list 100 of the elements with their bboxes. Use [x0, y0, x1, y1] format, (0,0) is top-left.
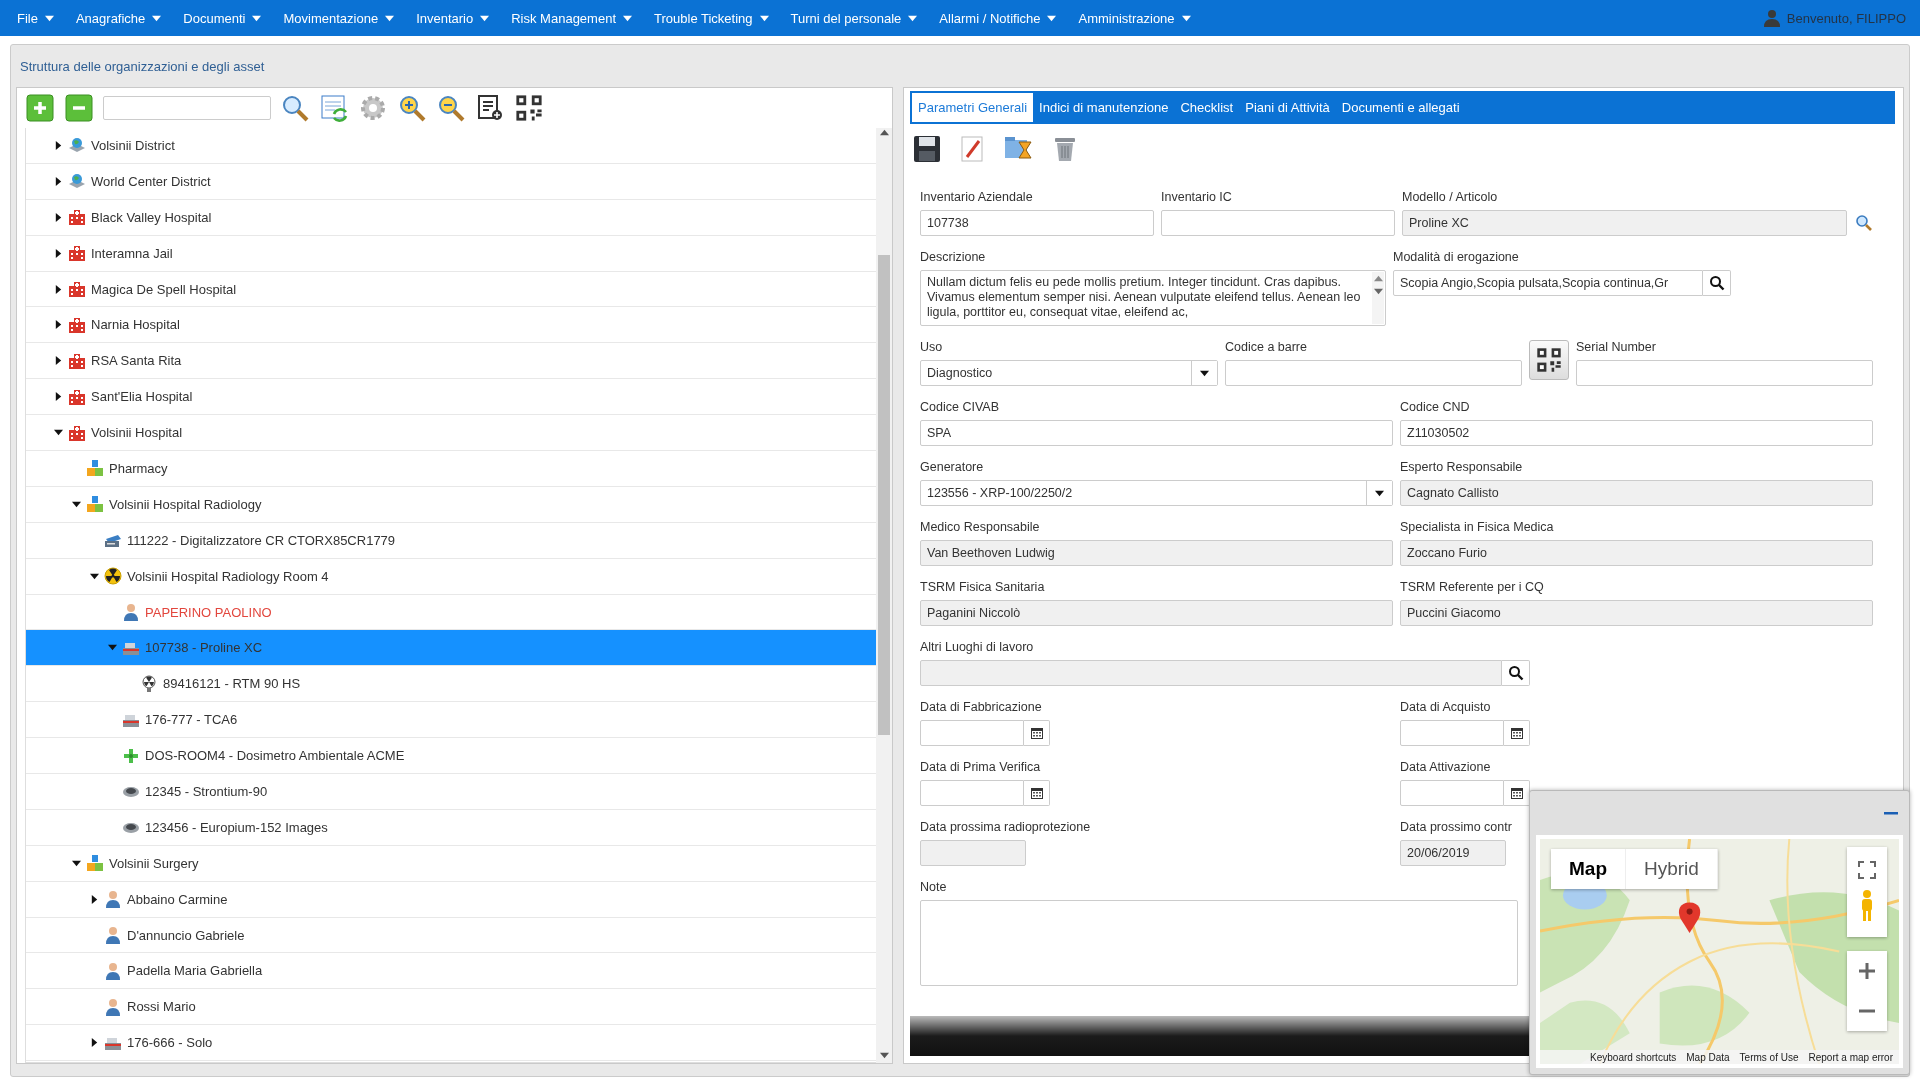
- zoom-out-button[interactable]: [436, 93, 466, 123]
- map-type-button[interactable]: Map: [1551, 849, 1626, 889]
- tree-item-label: PAPERINO PAOLINO: [145, 604, 272, 620]
- caret-down-icon[interactable]: [107, 643, 117, 653]
- map-type-button[interactable]: Hybrid: [1626, 849, 1718, 889]
- field-label: Modalità di erogazione: [1393, 250, 1519, 266]
- caret-right-icon[interactable]: [53, 320, 63, 330]
- tab[interactable]: Indici di manutenzione: [1033, 93, 1175, 122]
- date-field[interactable]: [920, 720, 1024, 746]
- menu-item[interactable]: Trouble Ticketing: [643, 0, 780, 36]
- map-footer-link[interactable]: Terms of Use: [1739, 1051, 1799, 1063]
- menu-item[interactable]: Allarmi / Notifiche: [928, 0, 1068, 36]
- map-footer-link[interactable]: Map Data: [1686, 1051, 1730, 1063]
- tab[interactable]: Documenti e allegati: [1335, 93, 1466, 122]
- zoom-in-icon: [398, 94, 426, 122]
- hospital-icon: [68, 244, 86, 263]
- qr-code-button[interactable]: [1529, 340, 1569, 380]
- list-add-icon: [476, 94, 504, 122]
- fullscreen-button[interactable]: [1847, 847, 1887, 937]
- refresh-button[interactable]: [319, 93, 349, 123]
- menu-item[interactable]: Documenti: [172, 0, 273, 36]
- tree-item-label: DOS-ROOM4 - Dosimetro Ambientale ACME: [145, 748, 405, 764]
- search-button[interactable]: [1703, 270, 1731, 296]
- caret-right-icon[interactable]: [53, 176, 63, 186]
- caret-right-icon[interactable]: [53, 356, 63, 366]
- map-footer-link[interactable]: Keyboard shortcuts: [1590, 1051, 1677, 1063]
- text-field[interactable]: SPA: [920, 420, 1393, 446]
- menu-item[interactable]: Risk Management: [500, 0, 643, 36]
- tree-item-label: 111222 - Digitalizzatore CR CTORX85CR1779: [127, 532, 396, 548]
- date-field[interactable]: [920, 780, 1024, 806]
- caret-down-icon[interactable]: [71, 858, 81, 868]
- tab[interactable]: Checklist: [1174, 93, 1240, 122]
- calendar-icon: [1029, 726, 1044, 740]
- field-label: Data prossima radioprotezione: [920, 820, 1091, 836]
- tab[interactable]: Parametri Generali: [912, 93, 1034, 122]
- page-title: Struttura delle organizzazioni e degli asset: [20, 58, 265, 74]
- tree-item-label: RSA Santa Rita: [91, 353, 182, 369]
- welcome-text: Benvenuto, FILIPPO: [1786, 10, 1906, 26]
- tree-item-label: Volsinii District: [91, 137, 175, 153]
- calendar-button[interactable]: [1024, 780, 1050, 806]
- description-field[interactable]: Nullam dictum felis eu pede mollis pretium. Integer tincidunt. Cras dapibus. Vivamus elementum semper nisi. Aenean vulputate eleifend tellus. Aenean leo ligula, porttitor eu, consequat vitae, eleifend ac,: [920, 270, 1386, 326]
- dropdown-field[interactable]: 123556 - XRP-100/2250/2: [920, 480, 1393, 506]
- zoom-in-button[interactable]: [397, 93, 427, 123]
- tree-item-label: 176-666 - Solo: [127, 1035, 213, 1051]
- caret-down-icon[interactable]: [53, 428, 63, 438]
- menu-item[interactable]: Anagrafiche: [64, 0, 173, 36]
- calendar-button[interactable]: [1504, 720, 1530, 746]
- note-field[interactable]: [920, 900, 1518, 986]
- text-field[interactable]: [1161, 210, 1395, 236]
- tree-row[interactable]: 107738 - Proline XC: [26, 630, 876, 667]
- caret-icon: [385, 13, 395, 23]
- caret-down-icon[interactable]: [89, 571, 99, 581]
- menu-item[interactable]: Turni del personale: [779, 0, 929, 36]
- calendar-button[interactable]: [1504, 780, 1530, 806]
- menu-item[interactable]: Movimentazione: [272, 0, 406, 36]
- caret-right-icon[interactable]: [53, 140, 63, 150]
- field-label: Note: [920, 880, 947, 896]
- hospital-icon: [68, 351, 86, 370]
- caret-right-icon[interactable]: [53, 284, 63, 294]
- search-button[interactable]: [1502, 660, 1530, 686]
- menu-item[interactable]: Amministrazione: [1067, 0, 1202, 36]
- caret-right-icon[interactable]: [53, 248, 63, 258]
- caret-right-icon[interactable]: [89, 1038, 99, 1048]
- caret-right-icon[interactable]: [53, 212, 63, 222]
- add-button[interactable]: [25, 93, 55, 123]
- scrollbar-thumb[interactable]: [878, 255, 890, 735]
- map-footer-link[interactable]: Report a map error: [1808, 1051, 1893, 1063]
- zoom-out-icon: [437, 94, 465, 122]
- settings-icon: [359, 94, 387, 122]
- caret-down-icon[interactable]: [71, 499, 81, 509]
- date-field[interactable]: [1400, 780, 1504, 806]
- user-icon: [1762, 9, 1781, 27]
- remove-button[interactable]: [64, 93, 94, 123]
- caret-right-icon[interactable]: [89, 894, 99, 904]
- tree-search-field[interactable]: [103, 96, 271, 120]
- menu-item[interactable]: File: [6, 0, 65, 36]
- zoom-in-button[interactable]: [1847, 951, 1887, 991]
- menu-item[interactable]: Inventario: [405, 0, 501, 36]
- search-icon[interactable]: [1855, 214, 1873, 232]
- field-label: Data di Acquisto: [1400, 700, 1491, 716]
- caret-icon: [252, 13, 262, 23]
- search-field[interactable]: Scopia Angio,Scopia pulsata,Scopia continua,Gr: [1393, 270, 1703, 296]
- list-add-button[interactable]: [475, 93, 505, 123]
- dropdown-field[interactable]: Diagnostico: [920, 360, 1218, 386]
- text-field[interactable]: [1576, 360, 1873, 386]
- text-field[interactable]: 107738: [920, 210, 1154, 236]
- calendar-icon: [1509, 786, 1524, 800]
- tab[interactable]: Piani di Attività: [1239, 93, 1336, 122]
- text-field[interactable]: [1225, 360, 1522, 386]
- radiation-icon: [104, 567, 122, 586]
- save-button[interactable]: [912, 134, 942, 164]
- dropdown-button[interactable]: [1366, 481, 1392, 505]
- dropdown-button[interactable]: [1191, 361, 1217, 385]
- caret-icon: [1375, 488, 1384, 498]
- date-field[interactable]: [1400, 720, 1504, 746]
- field-label: Altri Luoghi di lavoro: [920, 640, 1034, 656]
- text-field[interactable]: Z11030502: [1400, 420, 1873, 446]
- caret-right-icon[interactable]: [53, 392, 63, 402]
- qr-code-button[interactable]: [514, 93, 544, 123]
- calendar-button[interactable]: [1024, 720, 1050, 746]
